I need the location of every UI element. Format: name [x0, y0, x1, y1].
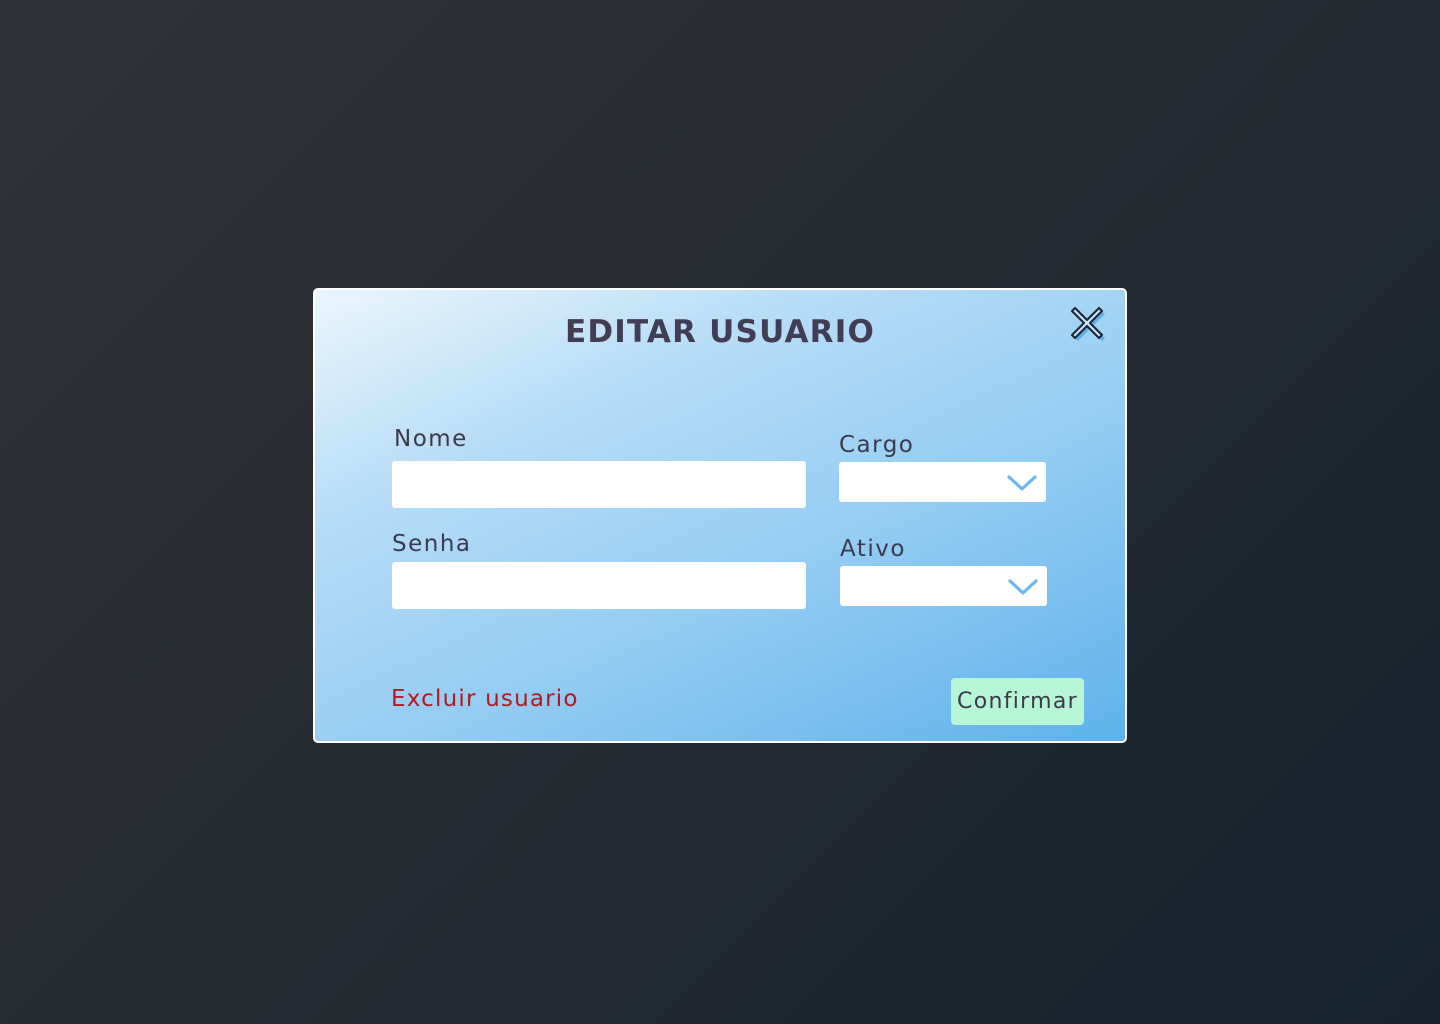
chevron-down-icon: [1007, 475, 1037, 491]
nome-label: Nome: [394, 426, 468, 452]
delete-user-link[interactable]: Excluir usuario: [391, 686, 579, 712]
cargo-select[interactable]: [839, 462, 1046, 502]
senha-input[interactable]: [392, 562, 806, 609]
close-icon: [1070, 306, 1105, 341]
ativo-label: Ativo: [840, 536, 906, 562]
close-button[interactable]: [1067, 302, 1111, 344]
cargo-label: Cargo: [839, 432, 915, 458]
dialog-title: EDITAR USUARIO: [564, 314, 876, 350]
confirm-button[interactable]: Confirmar: [951, 678, 1084, 725]
ativo-select[interactable]: [840, 566, 1047, 606]
senha-label: Senha: [392, 531, 472, 557]
chevron-down-icon: [1008, 579, 1038, 595]
edit-user-dialog: EDITAR USUARIO Nome Senha Cargo Ativo Ex…: [313, 288, 1127, 743]
nome-input[interactable]: [392, 461, 806, 508]
